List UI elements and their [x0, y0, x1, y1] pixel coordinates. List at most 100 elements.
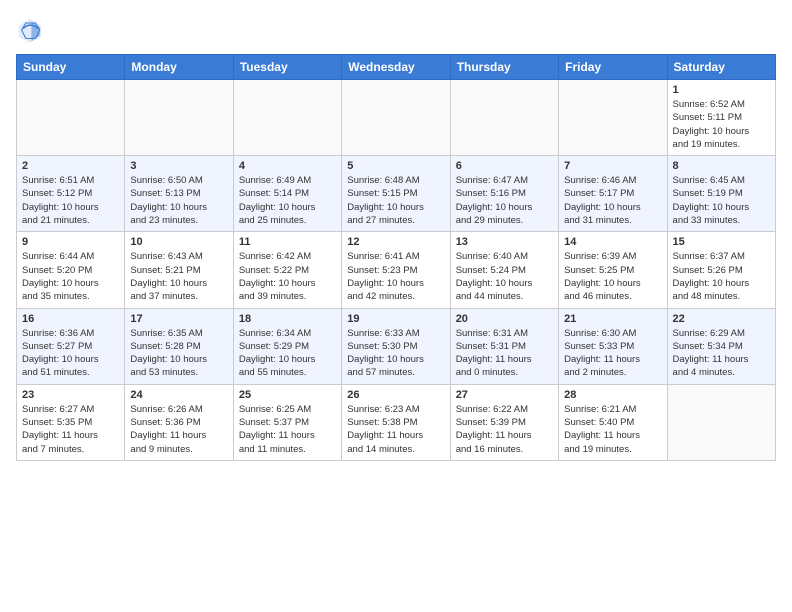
day-info: Sunrise: 6:48 AM Sunset: 5:15 PM Dayligh… — [347, 174, 444, 227]
day-info: Sunrise: 6:30 AM Sunset: 5:33 PM Dayligh… — [564, 327, 661, 380]
day-number: 17 — [130, 313, 227, 325]
calendar-cell — [559, 80, 667, 156]
calendar-cell: 14 Sunrise: 6:39 AM Sunset: 5:25 PM Dayli… — [559, 232, 667, 308]
day-number: 25 — [239, 389, 336, 401]
day-info: Sunrise: 6:23 AM Sunset: 5:38 PM Dayligh… — [347, 403, 444, 456]
day-number: 7 — [564, 160, 661, 172]
page: SundayMondayTuesdayWednesdayThursdayFrid… — [0, 0, 792, 469]
day-number: 2 — [22, 160, 119, 172]
calendar-cell: 17 Sunrise: 6:35 AM Sunset: 5:28 PM Dayli… — [125, 308, 233, 384]
day-info: Sunrise: 6:26 AM Sunset: 5:36 PM Dayligh… — [130, 403, 227, 456]
weekday-header-tuesday: Tuesday — [233, 55, 341, 80]
day-info: Sunrise: 6:39 AM Sunset: 5:25 PM Dayligh… — [564, 250, 661, 303]
calendar-cell: 16 Sunrise: 6:36 AM Sunset: 5:27 PM Dayli… — [17, 308, 125, 384]
week-row-5: 23Sunrise: 6:27 AM Sunset: 5:35 PM Dayli… — [17, 384, 776, 460]
day-number: 10 — [130, 236, 227, 248]
day-info: Sunrise: 6:49 AM Sunset: 5:14 PM Dayligh… — [239, 174, 336, 227]
weekday-header-thursday: Thursday — [450, 55, 558, 80]
weekday-header-monday: Monday — [125, 55, 233, 80]
day-number: 9 — [22, 236, 119, 248]
calendar-cell — [342, 80, 450, 156]
calendar-cell: 25 Sunrise: 6:25 AM Sunset: 5:37 PM Dayli… — [233, 384, 341, 460]
day-info: Sunrise: 6:50 AM Sunset: 5:13 PM Dayligh… — [130, 174, 227, 227]
calendar-cell: 9 Sunrise: 6:44 AM Sunset: 5:20 PM Daylig… — [17, 232, 125, 308]
day-number: 20 — [456, 313, 553, 325]
day-info: Sunrise: 6:36 AM Sunset: 5:27 PM Dayligh… — [22, 327, 119, 380]
calendar-cell: 21 Sunrise: 6:30 AM Sunset: 5:33 PM Dayli… — [559, 308, 667, 384]
calendar-cell: 18 Sunrise: 6:34 AM Sunset: 5:29 PM Dayli… — [233, 308, 341, 384]
calendar-cell: 4Sunrise: 6:49 AM Sunset: 5:14 PM Daylig… — [233, 156, 341, 232]
calendar-cell: 3 Sunrise: 6:50 AM Sunset: 5:13 PM Daylig… — [125, 156, 233, 232]
day-number: 26 — [347, 389, 444, 401]
weekday-header-sunday: Sunday — [17, 55, 125, 80]
calendar-cell: 15 Sunrise: 6:37 AM Sunset: 5:26 PM Dayli… — [667, 232, 775, 308]
calendar-cell — [450, 80, 558, 156]
week-row-2: 2 Sunrise: 6:51 AM Sunset: 5:12 PM Daylig… — [17, 156, 776, 232]
day-number: 24 — [130, 389, 227, 401]
week-row-4: 16 Sunrise: 6:36 AM Sunset: 5:27 PM Dayli… — [17, 308, 776, 384]
calendar-cell: 11Sunrise: 6:42 AM Sunset: 5:22 PM Dayli… — [233, 232, 341, 308]
day-number: 19 — [347, 313, 444, 325]
day-info: Sunrise: 6:52 AM Sunset: 5:11 PM Dayligh… — [673, 98, 770, 151]
day-info: Sunrise: 6:29 AM Sunset: 5:34 PM Dayligh… — [673, 327, 770, 380]
day-number: 27 — [456, 389, 553, 401]
day-number: 11 — [239, 236, 336, 248]
day-info: Sunrise: 6:43 AM Sunset: 5:21 PM Dayligh… — [130, 250, 227, 303]
day-info: Sunrise: 6:35 AM Sunset: 5:28 PM Dayligh… — [130, 327, 227, 380]
calendar-cell: 5 Sunrise: 6:48 AM Sunset: 5:15 PM Daylig… — [342, 156, 450, 232]
calendar-cell: 20Sunrise: 6:31 AM Sunset: 5:31 PM Dayli… — [450, 308, 558, 384]
calendar-cell: 24 Sunrise: 6:26 AM Sunset: 5:36 PM Dayli… — [125, 384, 233, 460]
day-number: 6 — [456, 160, 553, 172]
day-number: 28 — [564, 389, 661, 401]
weekday-header-saturday: Saturday — [667, 55, 775, 80]
calendar-cell — [125, 80, 233, 156]
day-number: 15 — [673, 236, 770, 248]
header — [16, 16, 776, 44]
calendar-cell: 2 Sunrise: 6:51 AM Sunset: 5:12 PM Daylig… — [17, 156, 125, 232]
calendar-cell: 7 Sunrise: 6:46 AM Sunset: 5:17 PM Daylig… — [559, 156, 667, 232]
day-number: 16 — [22, 313, 119, 325]
calendar-cell: 28 Sunrise: 6:21 AM Sunset: 5:40 PM Dayli… — [559, 384, 667, 460]
day-number: 22 — [673, 313, 770, 325]
day-info: Sunrise: 6:22 AM Sunset: 5:39 PM Dayligh… — [456, 403, 553, 456]
calendar-cell — [233, 80, 341, 156]
day-info: Sunrise: 6:37 AM Sunset: 5:26 PM Dayligh… — [673, 250, 770, 303]
calendar-cell: 6Sunrise: 6:47 AM Sunset: 5:16 PM Daylig… — [450, 156, 558, 232]
day-info: Sunrise: 6:46 AM Sunset: 5:17 PM Dayligh… — [564, 174, 661, 227]
calendar-cell — [667, 384, 775, 460]
day-info: Sunrise: 6:51 AM Sunset: 5:12 PM Dayligh… — [22, 174, 119, 227]
day-number: 12 — [347, 236, 444, 248]
weekday-header-wednesday: Wednesday — [342, 55, 450, 80]
day-number: 13 — [456, 236, 553, 248]
day-info: Sunrise: 6:41 AM Sunset: 5:23 PM Dayligh… — [347, 250, 444, 303]
day-number: 8 — [673, 160, 770, 172]
day-number: 5 — [347, 160, 444, 172]
calendar-cell: 27 Sunrise: 6:22 AM Sunset: 5:39 PM Dayli… — [450, 384, 558, 460]
day-info: Sunrise: 6:34 AM Sunset: 5:29 PM Dayligh… — [239, 327, 336, 380]
calendar-cell: 1 Sunrise: 6:52 AM Sunset: 5:11 PM Daylig… — [667, 80, 775, 156]
day-info: Sunrise: 6:33 AM Sunset: 5:30 PM Dayligh… — [347, 327, 444, 380]
logo — [16, 16, 46, 44]
calendar-cell: 10 Sunrise: 6:43 AM Sunset: 5:21 PM Dayli… — [125, 232, 233, 308]
day-number: 1 — [673, 84, 770, 96]
week-row-1: 1 Sunrise: 6:52 AM Sunset: 5:11 PM Daylig… — [17, 80, 776, 156]
day-number: 14 — [564, 236, 661, 248]
calendar-cell: 26 Sunrise: 6:23 AM Sunset: 5:38 PM Dayli… — [342, 384, 450, 460]
day-info: Sunrise: 6:40 AM Sunset: 5:24 PM Dayligh… — [456, 250, 553, 303]
calendar-cell: 13 Sunrise: 6:40 AM Sunset: 5:24 PM Dayli… — [450, 232, 558, 308]
calendar-table: SundayMondayTuesdayWednesdayThursdayFrid… — [16, 54, 776, 461]
day-info: Sunrise: 6:45 AM Sunset: 5:19 PM Dayligh… — [673, 174, 770, 227]
logo-icon — [16, 16, 44, 44]
calendar-cell — [17, 80, 125, 156]
day-number: 18 — [239, 313, 336, 325]
day-number: 3 — [130, 160, 227, 172]
calendar-cell: 8 Sunrise: 6:45 AM Sunset: 5:19 PM Daylig… — [667, 156, 775, 232]
day-info: Sunrise: 6:21 AM Sunset: 5:40 PM Dayligh… — [564, 403, 661, 456]
weekday-header-friday: Friday — [559, 55, 667, 80]
calendar-cell: 19 Sunrise: 6:33 AM Sunset: 5:30 PM Dayli… — [342, 308, 450, 384]
week-row-3: 9 Sunrise: 6:44 AM Sunset: 5:20 PM Daylig… — [17, 232, 776, 308]
day-info: Sunrise: 6:25 AM Sunset: 5:37 PM Dayligh… — [239, 403, 336, 456]
day-number: 21 — [564, 313, 661, 325]
weekday-header-row: SundayMondayTuesdayWednesdayThursdayFrid… — [17, 55, 776, 80]
day-info: Sunrise: 6:44 AM Sunset: 5:20 PM Dayligh… — [22, 250, 119, 303]
